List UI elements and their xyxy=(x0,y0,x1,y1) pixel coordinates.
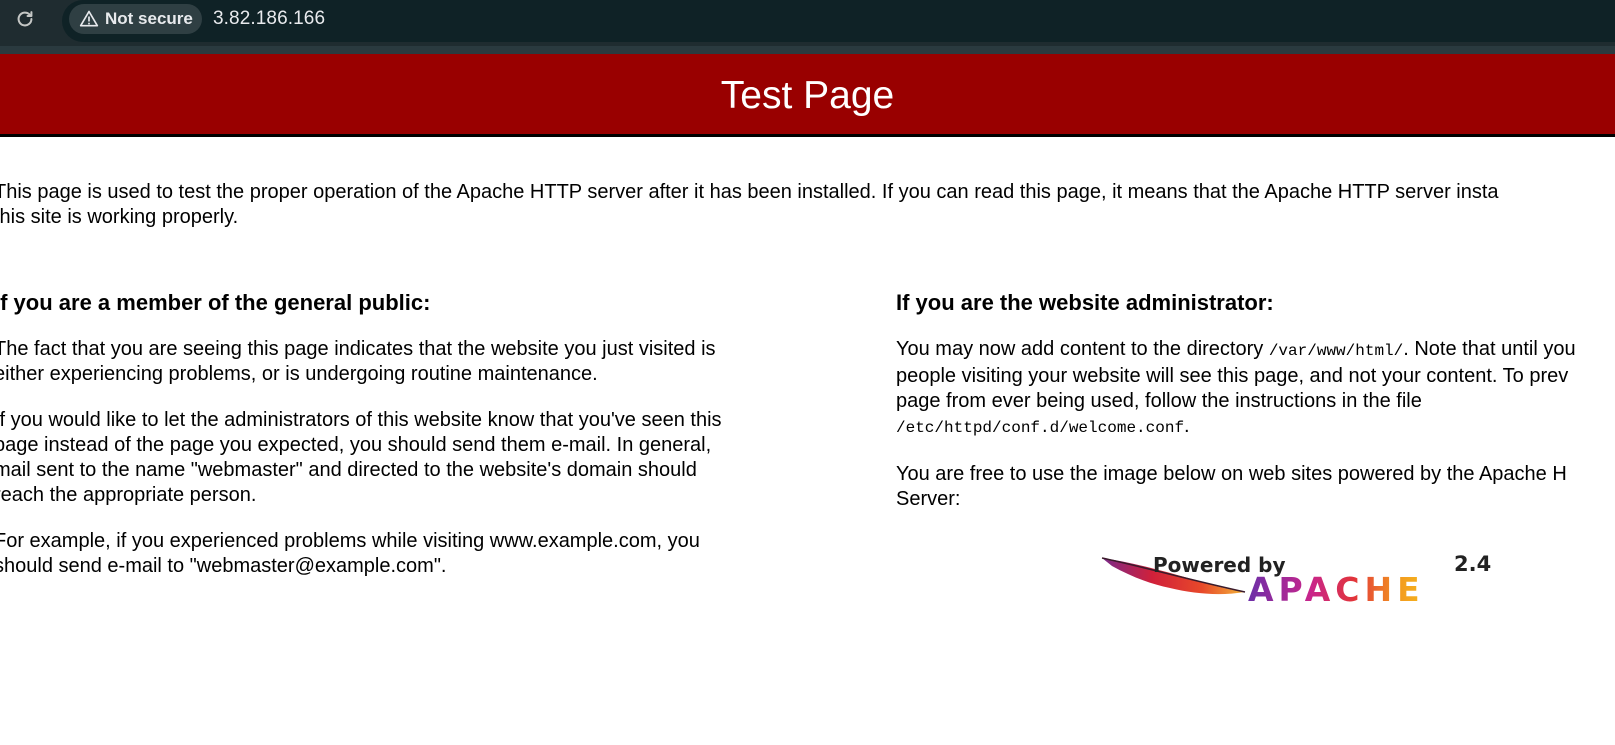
section-heading: If you are the website administrator: xyxy=(896,290,1274,315)
text-line: people visiting your website will see th… xyxy=(896,365,1569,387)
toolbar-divider xyxy=(0,46,1615,54)
paragraph: The fact that you are seeing this page i… xyxy=(0,337,774,387)
apache-wordmark: APACHE xyxy=(1248,570,1425,609)
text-line: either experiencing problems, or is unde… xyxy=(0,363,598,385)
intro-line: This page is used to test the proper ope… xyxy=(0,181,1499,203)
intro-text: This page is used to test the proper ope… xyxy=(0,180,1615,230)
address-bar[interactable]: Not secure 3.82.186.166 xyxy=(62,0,1615,42)
administrator-section: If you are the website administrator: Yo… xyxy=(896,290,1615,512)
text-line: page from ever being used, follow the in… xyxy=(896,390,1422,412)
security-chip[interactable]: Not secure xyxy=(69,4,202,34)
powered-by-apache-logo: Powered by 2.4 APACHE xyxy=(1100,550,1495,609)
text-line: You are free to use the image below on w… xyxy=(896,463,1567,485)
text-line: reach the appropriate person. xyxy=(0,484,257,506)
page-header: Test Page xyxy=(0,54,1615,137)
text-span: . Note that until you xyxy=(1403,338,1576,360)
paragraph: You are free to use the image below on w… xyxy=(896,462,1615,512)
page-title: Test Page xyxy=(720,74,895,117)
reload-icon[interactable] xyxy=(12,6,38,32)
paragraph: If you would like to let the administrat… xyxy=(0,408,774,508)
text-line: should send e-mail to "webmaster@example… xyxy=(0,555,447,577)
section-heading: If you are a member of the general publi… xyxy=(0,290,431,315)
text-line: page instead of the page you expected, y… xyxy=(0,434,712,456)
text-line: If you would like to let the administrat… xyxy=(0,409,722,431)
text-line: For example, if you experienced problems… xyxy=(0,530,700,552)
general-public-section: If you are a member of the general publi… xyxy=(0,290,774,579)
paragraph: For example, if you experienced problems… xyxy=(0,529,774,579)
security-label: Not secure xyxy=(105,9,193,28)
warning-icon xyxy=(79,10,99,27)
text-line: mail sent to the name "webmaster" and di… xyxy=(0,459,697,481)
url-text[interactable]: 3.82.186.166 xyxy=(213,8,325,30)
intro-line: this site is working properly. xyxy=(0,206,239,228)
version-text: 2.4 xyxy=(1454,552,1492,576)
paragraph: You may now add content to the directory… xyxy=(896,337,1615,441)
text-span: You may now add content to the directory xyxy=(896,338,1269,360)
text-span: . xyxy=(1184,415,1190,437)
config-file-path: /etc/httpd/conf.d/welcome.conf xyxy=(896,419,1185,437)
directory-path: /var/www/html/ xyxy=(1268,342,1404,360)
text-line: Server: xyxy=(896,488,961,510)
text-line: The fact that you are seeing this page i… xyxy=(0,338,716,360)
